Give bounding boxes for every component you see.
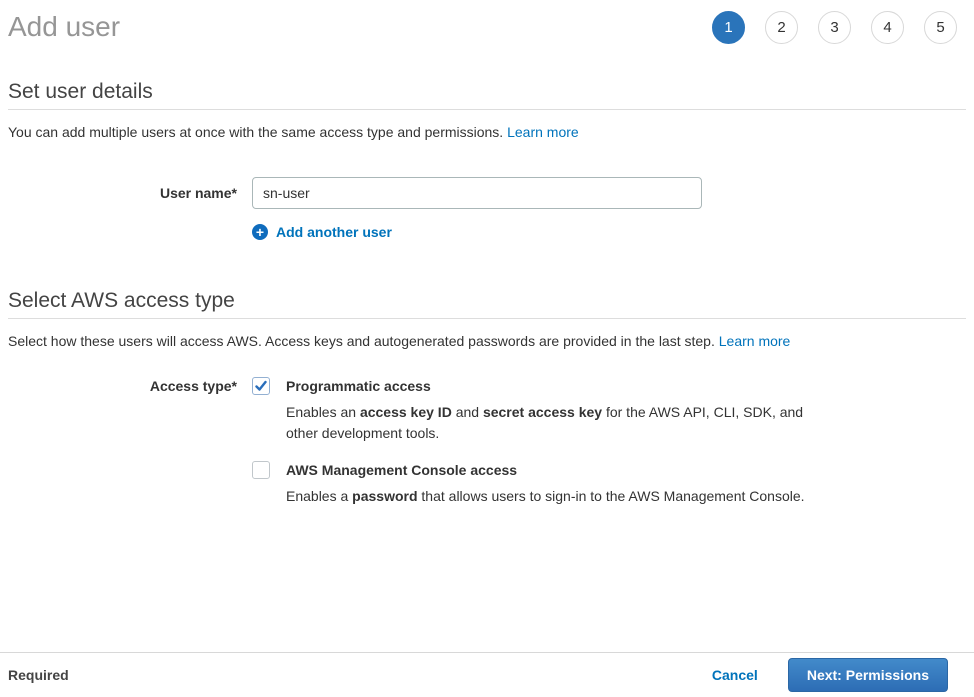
- set-user-details-section: Set user details You can add multiple us…: [8, 80, 966, 240]
- step-2-indicator: 2: [765, 11, 798, 44]
- user-name-input[interactable]: [252, 177, 702, 209]
- cancel-button[interactable]: Cancel: [712, 667, 758, 683]
- section-divider: [8, 109, 966, 110]
- user-name-row: User name*: [8, 177, 966, 209]
- page-header: Add user 1 2 3 4 5: [8, 0, 966, 44]
- programmatic-access-option: Programmatic access Enables an access ke…: [252, 377, 808, 444]
- user-name-label: User name*: [8, 185, 252, 201]
- step-3-indicator: 3: [818, 11, 851, 44]
- add-another-user-button[interactable]: + Add another user: [252, 224, 392, 240]
- set-user-details-intro: You can add multiple users at once with …: [8, 123, 966, 141]
- programmatic-access-checkbox[interactable]: [252, 377, 270, 395]
- step-5-indicator: 5: [924, 11, 957, 44]
- check-icon: [255, 380, 267, 392]
- learn-more-link-user-details[interactable]: Learn more: [507, 124, 579, 140]
- step-1-indicator: 1: [712, 11, 745, 44]
- learn-more-link-access-type[interactable]: Learn more: [719, 333, 791, 349]
- step-4-indicator: 4: [871, 11, 904, 44]
- console-access-option: AWS Management Console access Enables a …: [252, 461, 808, 507]
- console-access-description: Enables a password that allows users to …: [286, 486, 805, 507]
- intro-text: You can add multiple users at once with …: [8, 124, 507, 140]
- intro-text: Select how these users will access AWS. …: [8, 333, 719, 349]
- access-type-section: Select AWS access type Select how these …: [8, 289, 966, 507]
- option-text: AWS Management Console access Enables a …: [286, 461, 805, 507]
- access-type-row: Access type* Programmatic access Enables…: [8, 377, 966, 507]
- required-note: Required: [8, 667, 69, 683]
- add-another-user-label: Add another user: [276, 224, 392, 240]
- console-access-title[interactable]: AWS Management Console access: [286, 461, 805, 479]
- footer-actions: Cancel Next: Permissions: [712, 658, 948, 692]
- access-type-options: Programmatic access Enables an access ke…: [252, 377, 808, 507]
- next-permissions-button[interactable]: Next: Permissions: [788, 658, 948, 692]
- programmatic-access-title[interactable]: Programmatic access: [286, 377, 808, 395]
- option-text: Programmatic access Enables an access ke…: [286, 377, 808, 444]
- programmatic-access-description: Enables an access key ID and secret acce…: [286, 402, 808, 444]
- access-type-label: Access type*: [8, 377, 252, 395]
- set-user-details-heading: Set user details: [8, 80, 966, 104]
- access-type-heading: Select AWS access type: [8, 289, 966, 313]
- console-access-checkbox[interactable]: [252, 461, 270, 479]
- section-divider: [8, 318, 966, 319]
- wizard-footer: Required Cancel Next: Permissions: [0, 652, 974, 697]
- plus-icon: +: [252, 224, 268, 240]
- access-type-intro: Select how these users will access AWS. …: [8, 332, 966, 350]
- wizard-step-indicator: 1 2 3 4 5: [712, 11, 957, 44]
- page-title: Add user: [8, 10, 120, 44]
